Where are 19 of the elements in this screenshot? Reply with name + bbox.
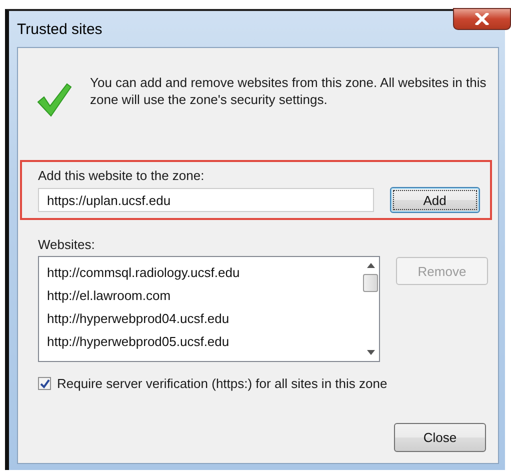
close-dialog-button[interactable]: Close — [394, 423, 486, 452]
scroll-down-icon — [366, 350, 374, 355]
close-button[interactable] — [453, 8, 511, 30]
checkmark-icon — [36, 82, 72, 118]
websites-label: Websites: — [38, 237, 96, 252]
add-button[interactable]: Add — [390, 187, 480, 213]
window-title: Trusted sites — [17, 20, 102, 38]
website-list-item[interactable]: http://el.lawroom.com — [47, 284, 362, 307]
website-list-item[interactable]: http://hyperwebprod04.ucsf.edu — [47, 307, 362, 330]
add-website-label: Add this website to the zone: — [38, 168, 206, 183]
checkbox[interactable] — [38, 377, 51, 390]
checkbox-label: Require server verification (https:) for all sites in this zone — [57, 376, 388, 391]
website-input-field[interactable]: https://uplan.ucsf.edu — [38, 188, 374, 212]
scroll-thumb[interactable] — [363, 274, 378, 292]
close-icon — [475, 13, 489, 25]
scroll-up-icon — [366, 263, 374, 268]
website-list-item[interactable]: http://commsql.radiology.ucsf.edu — [47, 261, 362, 284]
website-list-item[interactable]: http://hyperwebprod05.ucsf.edu — [47, 330, 362, 353]
info-text: You can add and remove websites from this zone. All websites in this zone will use the zone's security settings. — [90, 74, 488, 109]
